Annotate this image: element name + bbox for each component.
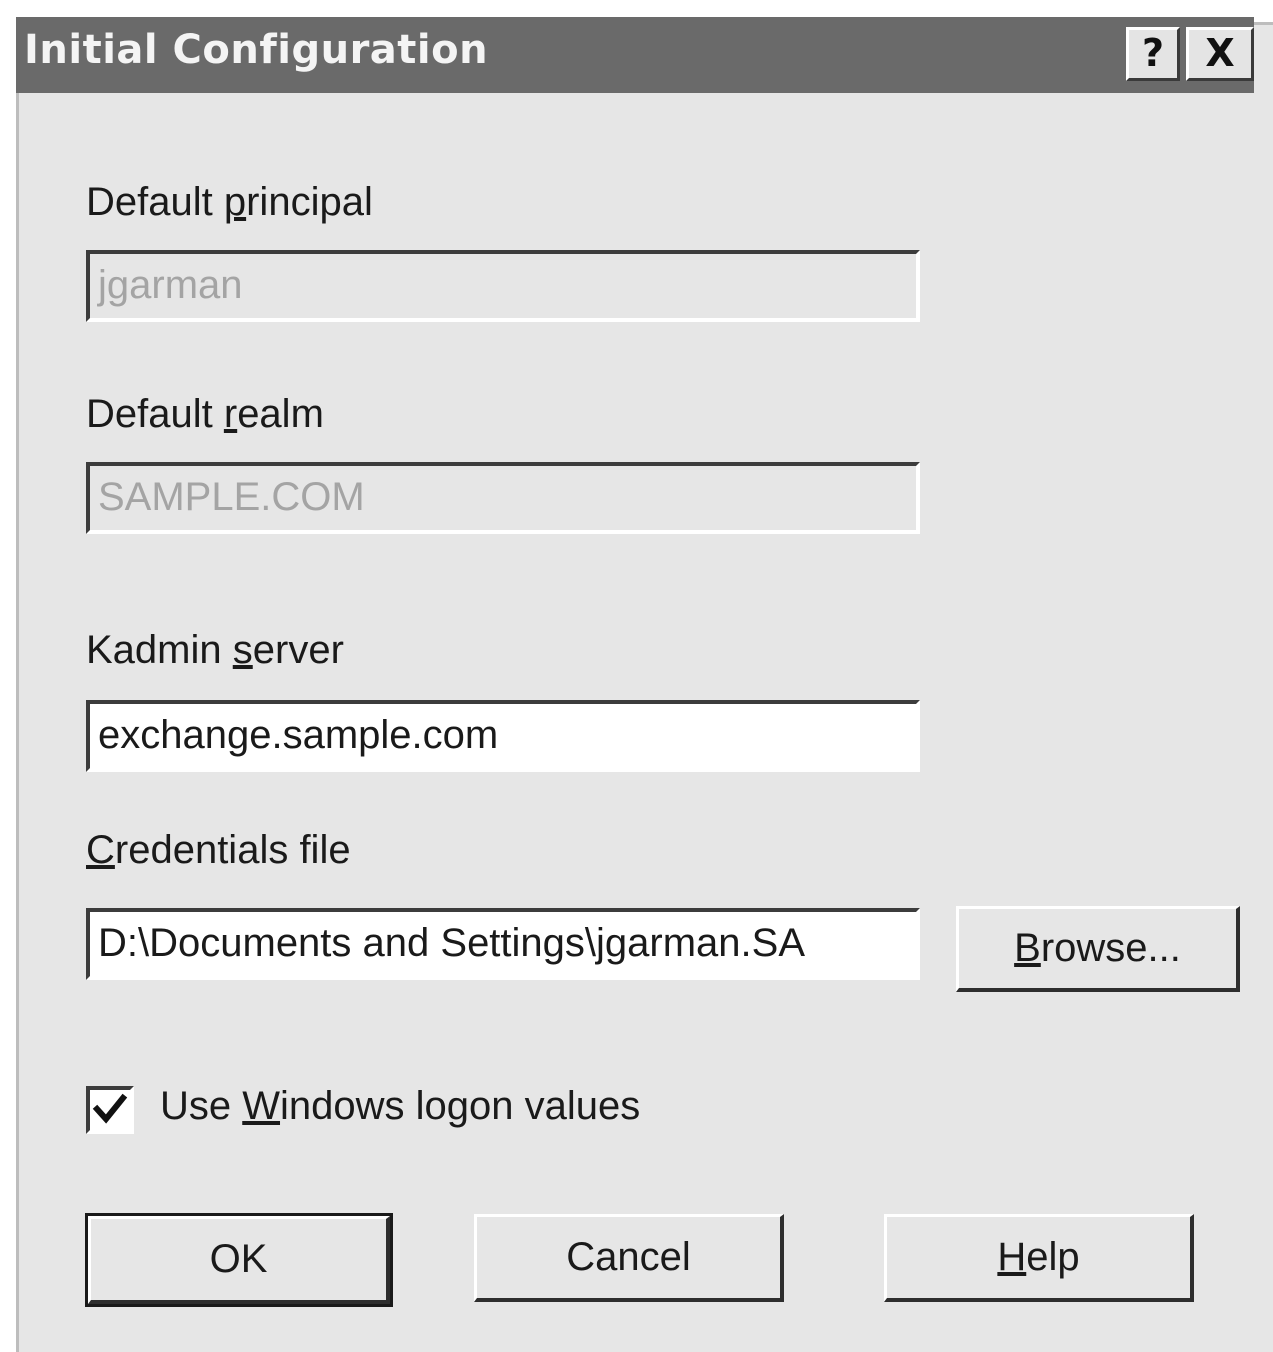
- kadmin-server-label: Kadmin server: [86, 628, 344, 672]
- credentials-file-label: Credentials file: [86, 828, 351, 872]
- help-button[interactable]: Help: [884, 1214, 1194, 1302]
- ok-button[interactable]: OK: [85, 1213, 393, 1307]
- default-realm-label: Default realm: [86, 392, 324, 436]
- use-windows-logon-label[interactable]: Use Windows logon values: [160, 1084, 640, 1129]
- title-bar: Initial Configuration ? X: [16, 17, 1254, 93]
- close-title-button[interactable]: X: [1186, 27, 1254, 81]
- default-realm-field: SAMPLE.COM: [86, 462, 920, 534]
- default-principal-field: jgarman: [86, 250, 920, 322]
- browse-button[interactable]: Browse...: [956, 906, 1240, 992]
- credentials-file-input[interactable]: D:\Documents and Settings\jgarman.SA: [86, 908, 920, 980]
- use-windows-logon-checkbox[interactable]: [86, 1086, 134, 1134]
- checkmark-icon: [92, 1093, 128, 1124]
- default-principal-label: Default principal: [86, 180, 373, 224]
- help-title-button[interactable]: ?: [1126, 27, 1180, 81]
- dialog-title: Initial Configuration: [24, 27, 489, 73]
- kadmin-server-input[interactable]: exchange.sample.com: [86, 700, 920, 772]
- cancel-button[interactable]: Cancel: [474, 1214, 784, 1302]
